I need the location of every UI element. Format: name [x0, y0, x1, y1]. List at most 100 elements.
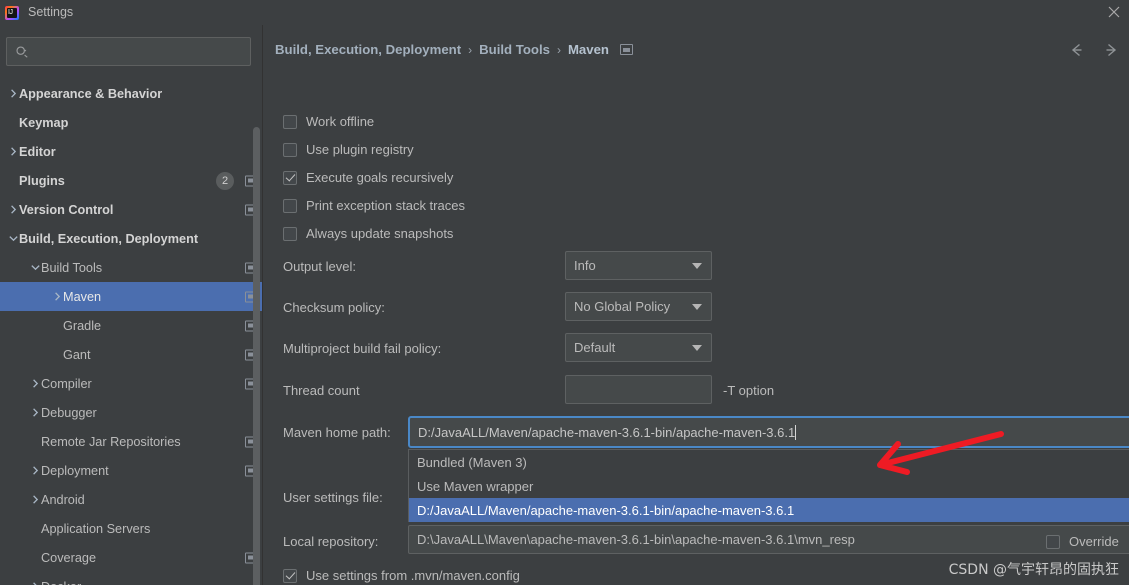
navigation-arrows	[1067, 40, 1121, 60]
dropdown-option-label: D:/JavaALL/Maven/apache-maven-3.6.1-bin/…	[417, 502, 795, 518]
maven-settings-panel: Build, Execution, Deployment › Build Too…	[263, 25, 1129, 585]
chevron-right-icon[interactable]	[52, 291, 63, 302]
output-level-label: Output level:	[283, 259, 356, 274]
intellij-idea-icon: IJ	[4, 5, 20, 21]
chevron-right-icon[interactable]	[8, 146, 19, 157]
breadcrumb-separator: ›	[468, 42, 473, 57]
sidebar-item-remote-jar-repositories[interactable]: Remote Jar Repositories	[0, 427, 262, 456]
arrow-right-icon[interactable]	[1101, 40, 1121, 60]
checkbox-work-offline[interactable]	[283, 114, 297, 129]
sidebar-item-android[interactable]: Android	[0, 485, 262, 514]
arrow-left-icon[interactable]	[1067, 40, 1087, 60]
dropdown-option[interactable]: Use Maven wrapper	[409, 474, 1129, 498]
sidebar-scrollbar-thumb[interactable]	[253, 127, 260, 585]
watermark: CSDN @气宇轩昂的固执狂	[948, 562, 1119, 578]
checkbox-row-use-plugin-registry[interactable]: Use plugin registry	[283, 142, 414, 157]
breadcrumb-separator: ›	[556, 42, 561, 57]
checkbox-row-work-offline[interactable]: Work offline	[283, 114, 374, 129]
thread-count-hint: -T option	[723, 383, 775, 398]
maven-home-path-value[interactable]: D:/JavaALL/Maven/apache-maven-3.6.1-bin/…	[410, 424, 1129, 440]
checkbox-row-execute-goals-recursively[interactable]: Execute goals recursively	[283, 170, 453, 185]
checkbox-execute-goals-recursively[interactable]	[283, 170, 297, 185]
local-repository-input[interactable]: D:\JavaALL\Maven\apache-maven-3.6.1-bin\…	[408, 525, 1129, 554]
checkbox-label: Use plugin registry	[306, 142, 414, 157]
window-title: Settings	[28, 5, 74, 19]
checkbox-always-update-snapshots[interactable]	[283, 226, 297, 241]
settings-dialog: IJ Settings Appearance & Behavior Keymap E…	[0, 0, 1129, 585]
sidebar-item-label: Keymap	[19, 115, 69, 130]
sidebar-item-label: Deployment	[41, 463, 109, 478]
chevron-down-icon[interactable]	[30, 262, 41, 273]
breadcrumb-item-build-tools[interactable]: Build Tools	[479, 42, 550, 57]
use-mvn-config-label: Use settings from .mvn/maven.config	[306, 568, 520, 583]
sidebar-scrollbar-track[interactable]	[253, 75, 261, 585]
sidebar-item-gradle[interactable]: Gradle	[0, 311, 262, 340]
sidebar-item-appearance-behavior[interactable]: Appearance & Behavior	[0, 79, 262, 108]
sidebar-item-plugins[interactable]: Plugins 2	[0, 166, 262, 195]
sidebar-item-gant[interactable]: Gant	[0, 340, 262, 369]
sidebar-item-version-control[interactable]: Version Control	[0, 195, 262, 224]
close-icon[interactable]	[1105, 3, 1123, 21]
chevron-down-icon[interactable]	[8, 233, 19, 244]
local-repository-override-label: Override	[1069, 534, 1119, 549]
output-level-combo[interactable]: Info	[565, 251, 712, 280]
text-caret	[795, 424, 797, 440]
sidebar-item-keymap[interactable]: Keymap	[0, 108, 262, 137]
checksum-policy-value: No Global Policy	[574, 299, 671, 314]
multiproject-policy-value: Default	[574, 340, 616, 355]
checkbox-row-always-update-snapshots[interactable]: Always update snapshots	[283, 226, 453, 241]
multiproject-policy-combo[interactable]: Default	[565, 333, 712, 362]
sidebar-item-build-tools[interactable]: Build Tools	[0, 253, 262, 282]
sidebar-item-coverage[interactable]: Coverage	[0, 543, 262, 572]
checkbox-row-print-exception-stack-traces[interactable]: Print exception stack traces	[283, 198, 465, 213]
checkbox-label: Print exception stack traces	[306, 198, 465, 213]
maven-home-path-dropdown-list[interactable]: Bundled (Maven 3) Use Maven wrapper D:/Jav…	[408, 449, 1129, 522]
sidebar-item-compiler[interactable]: Compiler	[0, 369, 262, 398]
sidebar-item-maven[interactable]: Maven	[0, 282, 262, 311]
maven-home-path-label: Maven home path:	[283, 425, 391, 440]
search-input[interactable]	[29, 44, 250, 59]
breadcrumb-item-maven[interactable]: Maven	[568, 42, 609, 57]
settings-sidebar: Appearance & Behavior Keymap Editor Plugins…	[0, 25, 263, 585]
chevron-right-icon[interactable]	[30, 378, 41, 389]
title-bar: IJ Settings	[0, 0, 1129, 25]
checkbox-label: Work offline	[306, 114, 375, 129]
chevron-right-icon[interactable]	[8, 88, 19, 99]
breadcrumb-item-build-execution-deployment[interactable]: Build, Execution, Deployment	[275, 42, 461, 57]
chevron-right-icon[interactable]	[8, 204, 19, 215]
sidebar-item-label: Remote Jar Repositories	[41, 434, 181, 449]
local-repository-override-checkbox[interactable]	[1046, 534, 1060, 549]
chevron-right-icon[interactable]	[30, 465, 41, 476]
sidebar-item-label: Compiler	[41, 376, 92, 391]
checkbox-print-exception-stack-traces[interactable]	[283, 198, 297, 213]
project-scope-icon	[619, 44, 633, 55]
sidebar-item-label: Build Tools	[41, 260, 103, 275]
checkbox-use-plugin-registry[interactable]	[283, 142, 297, 157]
output-level-value: Info	[574, 258, 596, 273]
chevron-right-icon[interactable]	[30, 407, 41, 418]
chevron-down-icon	[692, 262, 702, 269]
chevron-right-icon[interactable]	[30, 581, 41, 585]
thread-count-input[interactable]	[565, 375, 712, 404]
sidebar-item-build-execution-deployment[interactable]: Build, Execution, Deployment	[0, 224, 262, 253]
search-box[interactable]	[6, 37, 251, 66]
sidebar-item-deployment[interactable]: Deployment	[0, 456, 262, 485]
sidebar-item-application-servers[interactable]: Application Servers	[0, 514, 262, 543]
local-repository-override-row[interactable]: Override	[1046, 534, 1119, 549]
use-mvn-config-row[interactable]: Use settings from .mvn/maven.config	[283, 568, 520, 583]
local-repository-value: D:\JavaALL\Maven\apache-maven-3.6.1-bin\…	[417, 532, 855, 547]
dropdown-option[interactable]: Bundled (Maven 3)	[409, 450, 1129, 474]
chevron-right-icon[interactable]	[30, 494, 41, 505]
sidebar-item-debugger[interactable]: Debugger	[0, 398, 262, 427]
sidebar-item-label: Appearance & Behavior	[19, 86, 163, 101]
sidebar-item-label: Coverage	[41, 550, 97, 565]
maven-home-path-combo[interactable]: D:/JavaALL/Maven/apache-maven-3.6.1-bin/…	[408, 416, 1129, 448]
checksum-policy-combo[interactable]: No Global Policy	[565, 292, 712, 321]
use-mvn-config-checkbox[interactable]	[283, 568, 297, 583]
sidebar-item-docker[interactable]: Docker	[0, 572, 262, 585]
sidebar-item-label: Plugins	[19, 173, 65, 188]
sidebar-item-editor[interactable]: Editor	[0, 137, 262, 166]
sidebar-item-label: Gant	[63, 347, 91, 362]
sidebar-item-label: Version Control	[19, 202, 114, 217]
dropdown-option[interactable]: D:/JavaALL/Maven/apache-maven-3.6.1-bin/…	[409, 498, 1129, 522]
